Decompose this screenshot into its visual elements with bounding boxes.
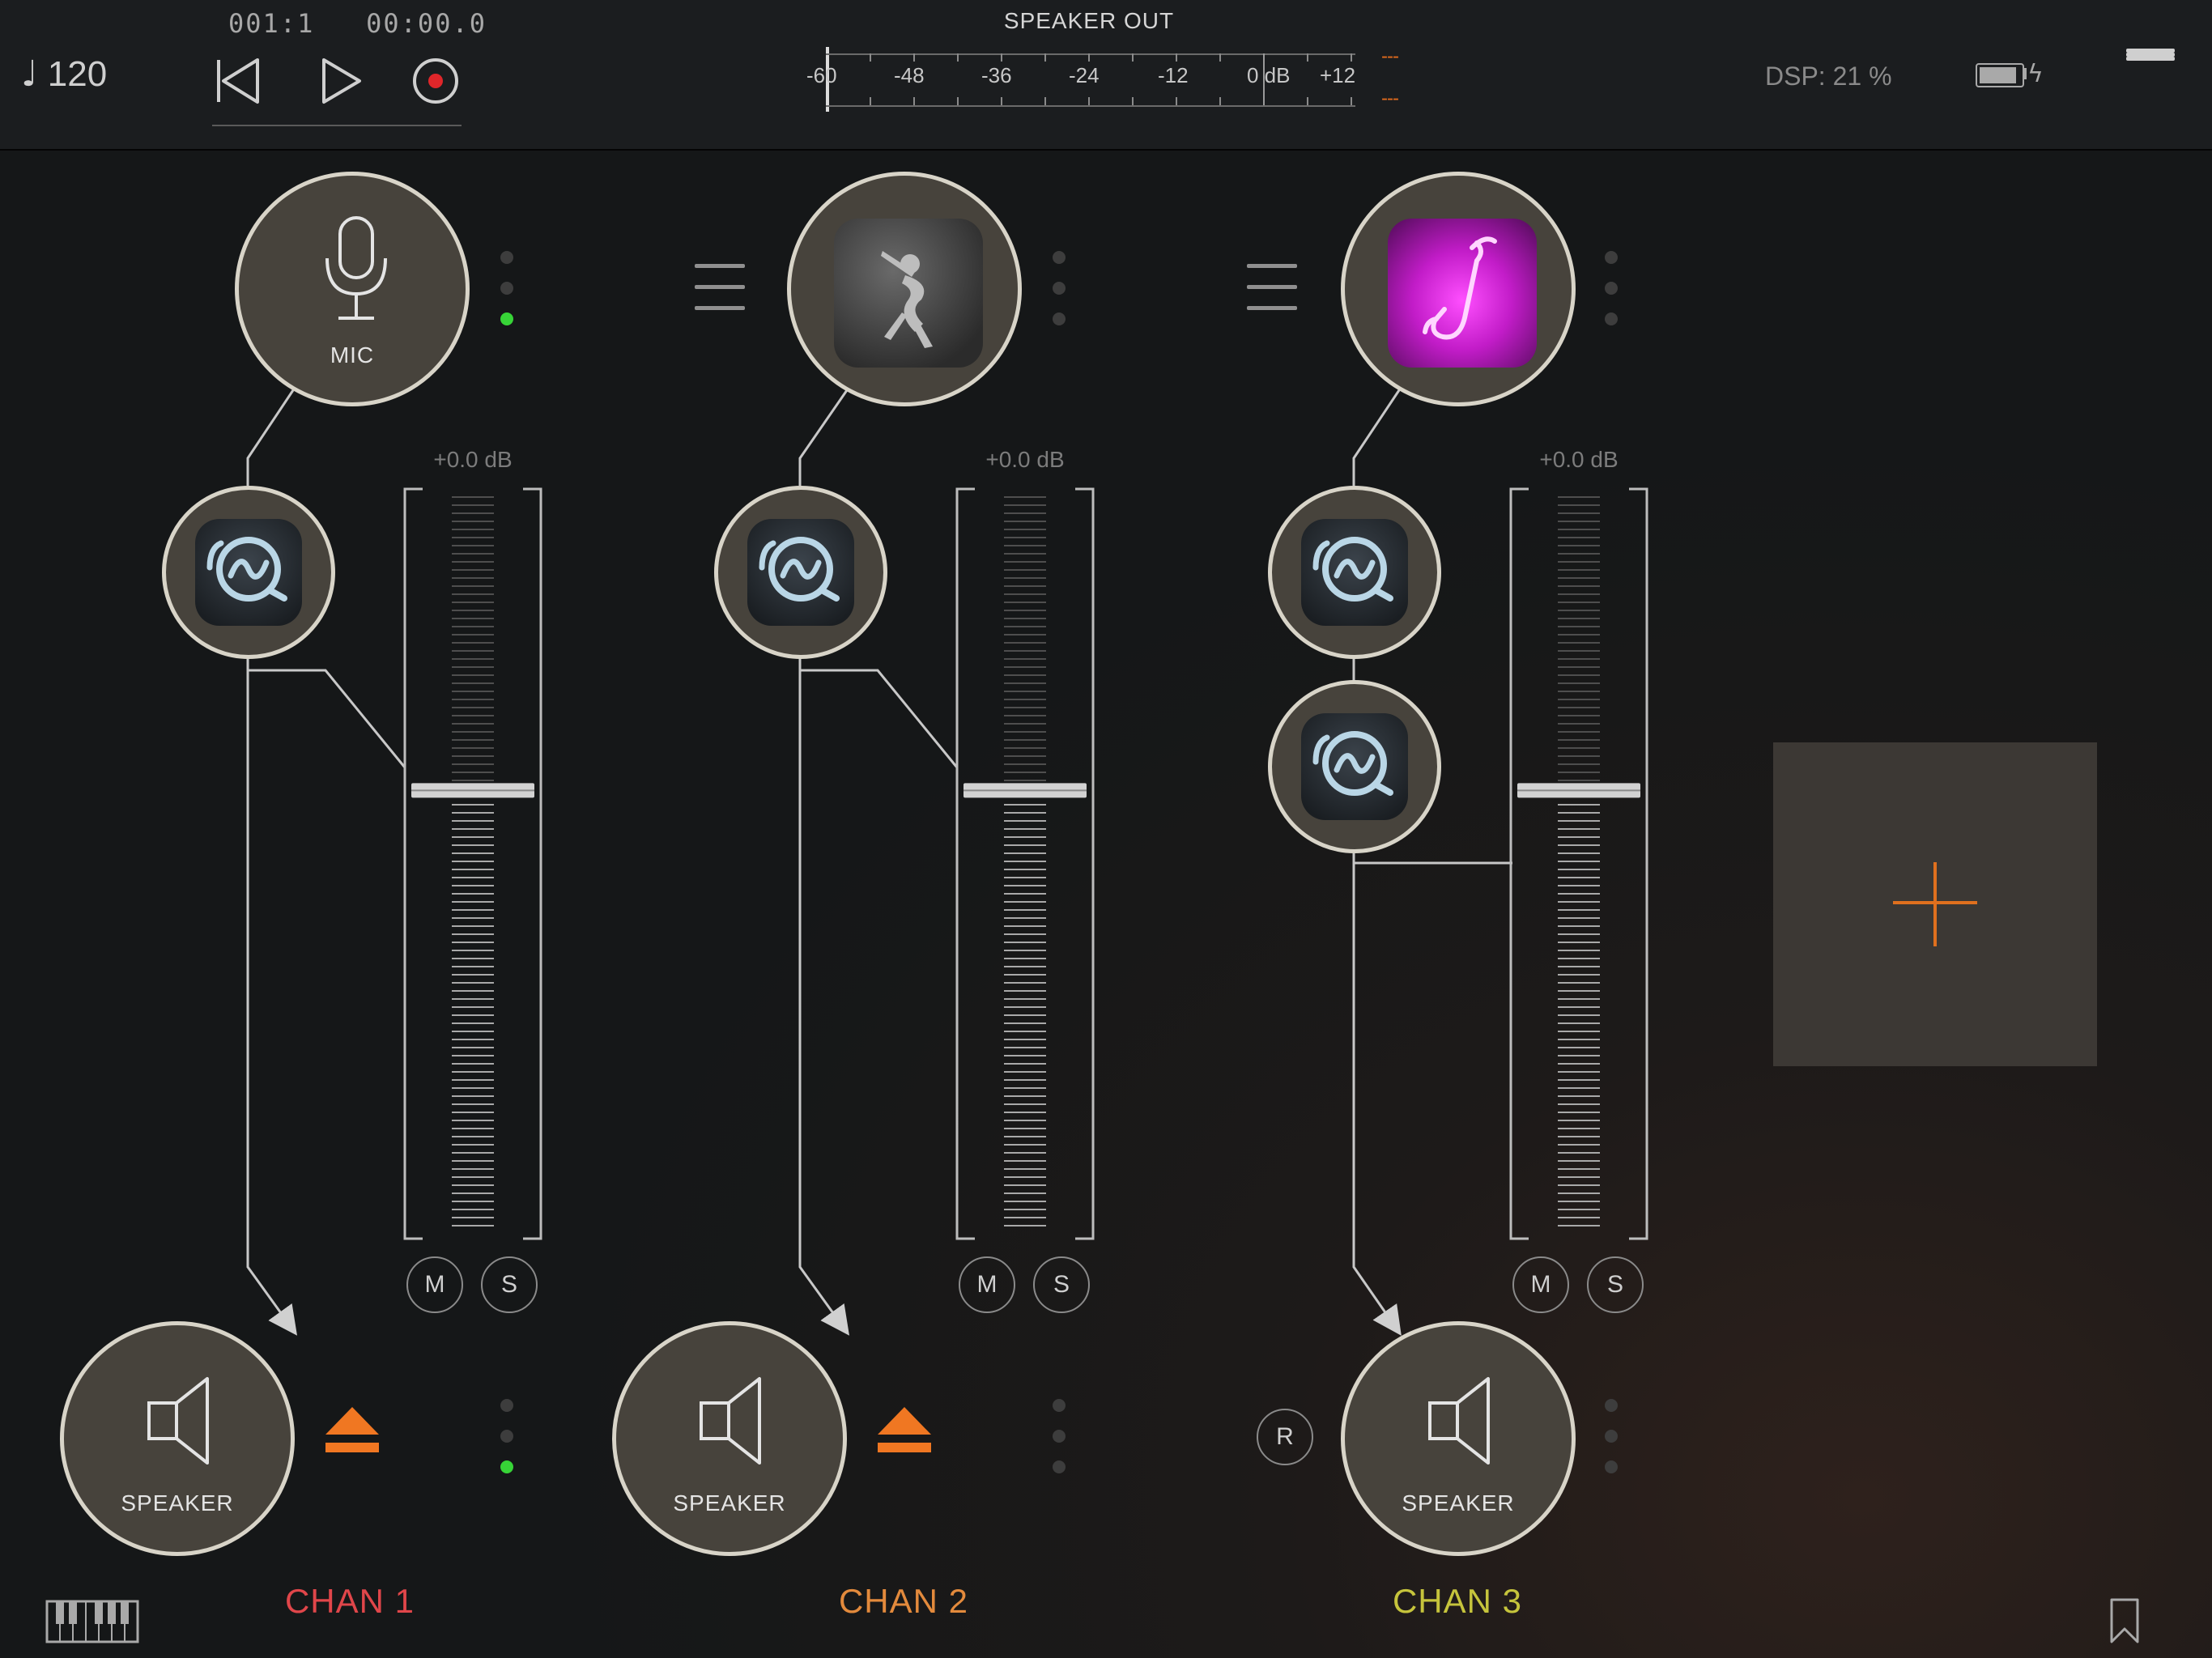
flute-player-app-icon xyxy=(834,219,983,368)
effect-eq-slot[interactable] xyxy=(1268,680,1441,853)
output-label: SPEAKER xyxy=(121,1490,234,1516)
reorder-handle-icon[interactable] xyxy=(1247,285,1297,289)
output-label: SPEAKER xyxy=(673,1490,786,1516)
volume-fader[interactable] xyxy=(403,487,542,1240)
speaker-icon xyxy=(1428,1377,1490,1465)
speaker-icon xyxy=(700,1377,761,1465)
source-mic-slot[interactable]: MIC xyxy=(235,172,470,406)
record-arm-button[interactable]: R xyxy=(1257,1409,1313,1465)
reorder-handle-icon[interactable] xyxy=(695,306,745,310)
channel-name[interactable]: CHAN 3 xyxy=(1336,1582,1579,1621)
status-dot xyxy=(1605,1460,1618,1473)
piano-keyboard-icon[interactable] xyxy=(45,1600,139,1643)
status-dot xyxy=(1053,1399,1066,1412)
fader-graphic xyxy=(955,487,1095,1240)
reorder-handle-icon[interactable] xyxy=(1247,306,1297,310)
status-dot xyxy=(1605,312,1618,325)
mute-button[interactable]: M xyxy=(959,1256,1015,1313)
gain-label: +0.0 dB xyxy=(1539,447,1619,472)
status-dot xyxy=(1053,312,1066,325)
solo-button[interactable]: S xyxy=(1587,1256,1644,1313)
gain-label: +0.0 dB xyxy=(433,447,513,472)
speaker-icon xyxy=(147,1377,209,1465)
gain-label: +0.0 dB xyxy=(985,447,1065,472)
status-dot xyxy=(1605,251,1618,264)
microphone-icon xyxy=(325,216,387,320)
reorder-handle-icon[interactable] xyxy=(695,264,745,268)
mute-button[interactable]: M xyxy=(1512,1256,1569,1313)
status-dot xyxy=(500,251,513,264)
fader-graphic xyxy=(403,487,542,1240)
eject-icon[interactable] xyxy=(324,1405,381,1460)
source-instrument-slot[interactable] xyxy=(787,172,1022,406)
status-dot xyxy=(1053,1460,1066,1473)
reorder-handle-icon[interactable] xyxy=(695,285,745,289)
bookmark-icon[interactable] xyxy=(2108,1598,2141,1643)
volume-fader[interactable] xyxy=(1509,487,1648,1240)
eq-icon xyxy=(747,519,854,626)
status-dot xyxy=(1605,1399,1618,1412)
status-dot xyxy=(1053,282,1066,295)
eject-icon[interactable] xyxy=(876,1405,933,1460)
fader-graphic xyxy=(1509,487,1648,1240)
saxophone-app-icon xyxy=(1388,219,1537,368)
solo-button[interactable]: S xyxy=(1033,1256,1090,1313)
reorder-handle-icon[interactable] xyxy=(1247,264,1297,268)
plus-icon xyxy=(1933,862,1937,946)
status-dot xyxy=(1605,1430,1618,1443)
output-speaker-slot[interactable]: SPEAKER xyxy=(1341,1321,1576,1556)
effect-eq-slot[interactable] xyxy=(162,486,335,659)
output-speaker-slot[interactable]: SPEAKER xyxy=(60,1321,295,1556)
status-dot xyxy=(1605,282,1618,295)
status-dot xyxy=(500,1430,513,1443)
output-label: SPEAKER xyxy=(1402,1490,1515,1516)
status-dot-active xyxy=(500,1460,513,1473)
channel-name[interactable]: CHAN 1 xyxy=(228,1582,471,1621)
mute-button[interactable]: M xyxy=(406,1256,463,1313)
source-instrument-slot[interactable] xyxy=(1341,172,1576,406)
solo-button[interactable]: S xyxy=(481,1256,538,1313)
eq-icon xyxy=(195,519,302,626)
status-dot-active xyxy=(500,312,513,325)
status-dot xyxy=(500,282,513,295)
source-label: MIC xyxy=(330,342,375,368)
eq-icon xyxy=(1301,713,1408,820)
eq-icon xyxy=(1301,519,1408,626)
channel-name[interactable]: CHAN 2 xyxy=(782,1582,1025,1621)
effect-eq-slot[interactable] xyxy=(1268,486,1441,659)
status-dot xyxy=(1053,1430,1066,1443)
output-speaker-slot[interactable]: SPEAKER xyxy=(612,1321,847,1556)
effect-eq-slot[interactable] xyxy=(714,486,887,659)
status-dot xyxy=(1053,251,1066,264)
volume-fader[interactable] xyxy=(955,487,1095,1240)
status-dot xyxy=(500,1399,513,1412)
